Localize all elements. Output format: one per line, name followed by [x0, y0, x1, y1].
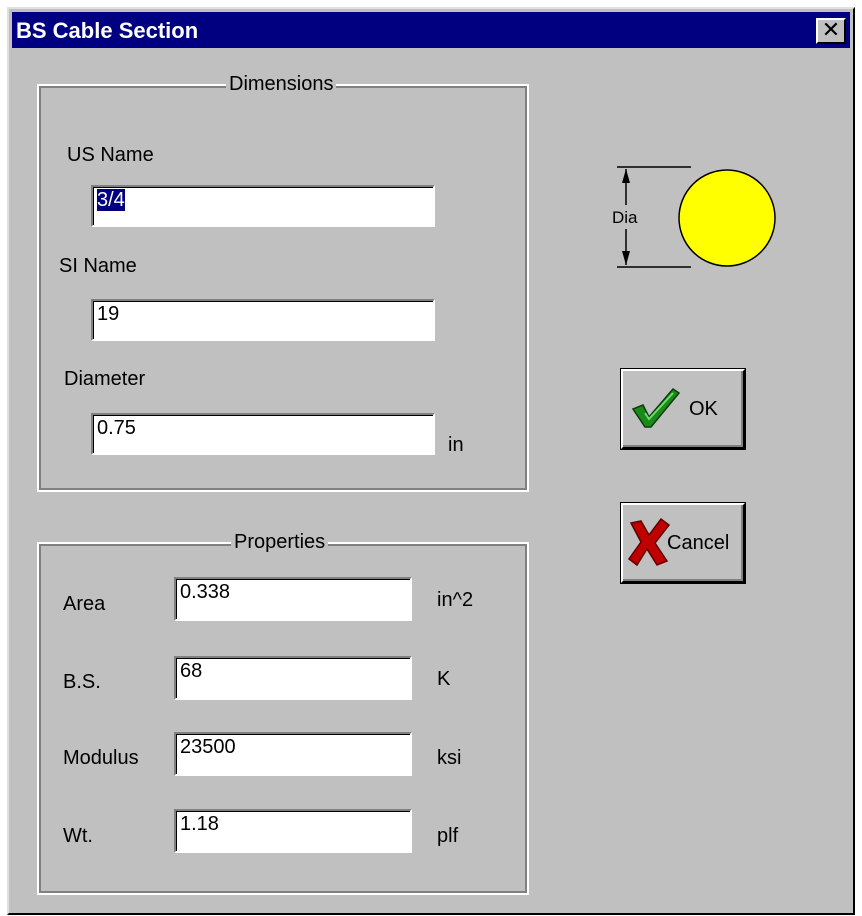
ok-button[interactable]: OK — [620, 368, 746, 450]
diameter-dimension-label: Dia — [612, 208, 638, 227]
wt-value: 1.18 — [180, 813, 219, 835]
cancel-button[interactable]: Cancel — [620, 502, 746, 584]
bs-label: B.S. — [63, 671, 101, 693]
dimensions-group: Dimensions US Name 3/4 SI Name 19 Diamet… — [37, 73, 529, 492]
close-icon: ✕ — [821, 18, 841, 43]
us-name-input[interactable]: 3/4 — [91, 185, 435, 227]
bs-value: 68 — [180, 660, 203, 682]
checkmark-icon — [631, 388, 681, 428]
properties-caption: Properties — [231, 531, 329, 554]
window-title: BS Cable Section — [16, 18, 199, 43]
cable-section-diagram: Dia — [612, 166, 776, 268]
modulus-value: 23500 — [180, 736, 236, 758]
diameter-unit: in — [448, 434, 464, 456]
cancel-label: Cancel — [667, 532, 730, 554]
bs-unit: K — [437, 668, 451, 690]
area-input[interactable]: 0.338 — [174, 577, 412, 621]
diameter-label: Diameter — [64, 368, 146, 390]
ok-label: OK — [689, 398, 718, 420]
si-name-input[interactable]: 19 — [91, 299, 435, 341]
cable-circle — [678, 169, 776, 267]
area-value: 0.338 — [180, 581, 231, 603]
diameter-input[interactable]: 0.75 — [91, 413, 435, 455]
title-bar: BS Cable Section ✕ — [12, 12, 850, 48]
modulus-unit: ksi — [437, 747, 462, 769]
wt-label: Wt. — [63, 825, 93, 847]
diameter-value: 0.75 — [97, 417, 136, 439]
modulus-label: Modulus — [63, 747, 139, 769]
wt-unit: plf — [437, 825, 459, 847]
area-unit: in^2 — [437, 589, 474, 611]
si-name-value: 19 — [97, 303, 120, 325]
us-name-label: US Name — [67, 144, 154, 166]
si-name-label: SI Name — [59, 255, 137, 277]
us-name-value: 3/4 — [97, 189, 125, 211]
bs-cable-section-dialog: BS Cable Section ✕ Dimensions US Name 3/… — [7, 7, 855, 915]
area-label: Area — [63, 593, 106, 615]
properties-group: Properties Area 0.338 in^2 B.S. 68 K Mod… — [37, 531, 529, 895]
modulus-input[interactable]: 23500 — [174, 732, 412, 776]
close-button[interactable]: ✕ — [816, 18, 846, 44]
wt-input[interactable]: 1.18 — [174, 809, 412, 853]
dimensions-caption: Dimensions — [226, 73, 337, 96]
bs-input[interactable]: 68 — [174, 656, 412, 700]
x-mark-icon — [627, 517, 671, 567]
